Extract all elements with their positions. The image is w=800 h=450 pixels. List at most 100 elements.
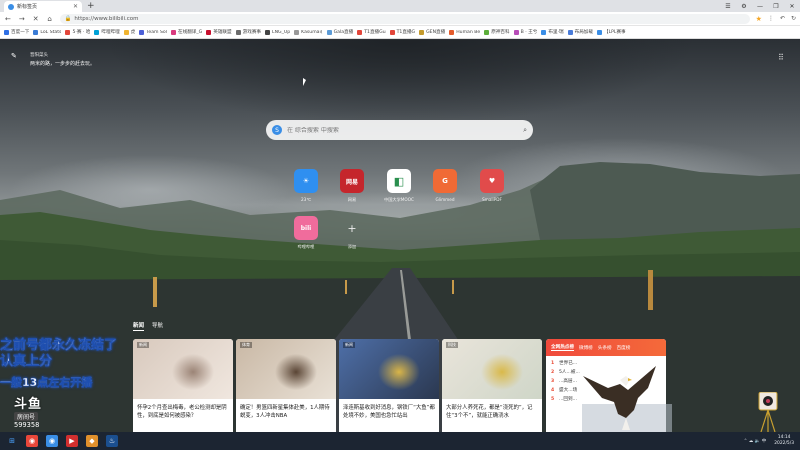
taskbar-app-icon[interactable]: ♨: [106, 435, 118, 447]
hot-text: 世界已...: [559, 361, 578, 366]
tray-icons[interactable]: ⌃ ☁ 🔈 中: [744, 438, 767, 444]
bookmark-favicon-icon: [449, 29, 455, 35]
news-card[interactable]: 体育 确定！男篮四新星集体赴美，1人期待蜕变，3人冲击NBA: [236, 339, 336, 432]
shortcut-tile-icon: G: [433, 169, 457, 193]
start-button[interactable]: ⊞: [6, 435, 18, 447]
webcam-mascot-icon: [758, 392, 778, 432]
news-card[interactable]: 新闻 怀孕2个月查出梅毒，老公检测却是阴性，到底是如何被感染？: [133, 339, 233, 432]
news-card[interactable]: 科技大部分人养死花，都是“浇死的”，记住“3个不”，就能正确浇水: [442, 339, 542, 432]
bookmark-label: 原神百科: [491, 30, 510, 35]
bookmark-label: 布局加载: [574, 30, 593, 35]
apps-grid-icon[interactable]: ⠿: [778, 54, 785, 62]
bookmark-label: T1直播Gu: [364, 30, 386, 35]
bookmark-label: Human Be: [456, 29, 481, 35]
shortcut-label: 网易: [347, 197, 357, 202]
undo-icon[interactable]: ↶: [780, 15, 785, 22]
bookmark-favicon-icon: [513, 29, 519, 35]
bookmark-item[interactable]: B · 王兮: [513, 29, 537, 35]
tab-hot-toutiao[interactable]: 头条榜: [598, 345, 612, 351]
bookmark-favicon-icon: [94, 29, 100, 35]
bookmark-item[interactable]: 原神百科: [484, 29, 510, 35]
bookmark-star-icon[interactable]: ★: [756, 15, 762, 23]
mouse-cursor-icon: [303, 78, 306, 86]
bookmark-item[interactable]: Gala直播: [326, 29, 353, 35]
search-input[interactable]: [287, 126, 519, 134]
taskbar-app-icon[interactable]: ◉: [46, 435, 58, 447]
bookmark-favicon-icon: [206, 29, 212, 35]
bookmark-item[interactable]: 游戏赛事: [235, 29, 261, 35]
bookmark-item[interactable]: 布局加载: [567, 29, 593, 35]
bookmark-favicon-icon: [139, 29, 145, 35]
room-number: 599358: [14, 421, 40, 429]
maximize-button[interactable]: ❐: [768, 0, 784, 12]
bookmark-item[interactable]: 5·赛 · 哈: [65, 29, 90, 35]
tab-news[interactable]: 新闻: [133, 321, 145, 331]
clock[interactable]: 14:14 2022/5/3: [774, 435, 794, 447]
shortcut-label: Glimmed: [435, 197, 455, 202]
bookmark-item[interactable]: LoL Stats: [33, 29, 61, 35]
forward-icon[interactable]: →: [18, 15, 26, 23]
bookmark-label: Kasumai(: [301, 29, 323, 35]
shortcut-item[interactable]: G Glimmed: [425, 169, 465, 202]
bookmark-favicon-icon: [419, 29, 425, 35]
home-icon[interactable]: ⌂: [46, 15, 54, 23]
bookmark-item[interactable]: 哔哩哔哩: [94, 29, 120, 35]
bookmark-item[interactable]: Team Sol: [139, 29, 167, 35]
bookmark-favicon-icon: [357, 29, 363, 35]
shortcut-label: 哔哩哔哩: [297, 244, 315, 249]
shortcut-item[interactable]: ☀ 23℃: [286, 169, 326, 202]
news-card[interactable]: 新闻 泽连斯基收到好消息，钢铁厂“大鱼”都处境不妙，美国也急忙站出: [339, 339, 439, 432]
tab-hot-weibo[interactable]: 微博榜: [579, 345, 593, 351]
shortcut-item[interactable]: bili 哔哩哔哩: [286, 216, 326, 250]
hot-rank: 4: [551, 388, 555, 393]
tab-hot-baidu[interactable]: 百度榜: [617, 345, 631, 351]
history-icon[interactable]: ↻: [791, 15, 796, 22]
taskbar-app-icon[interactable]: ◆: [86, 435, 98, 447]
menu-icon[interactable]: ☰: [720, 0, 736, 12]
bookmark-item[interactable]: 英雄联盟: [206, 29, 232, 35]
url-input[interactable]: [74, 15, 275, 22]
bookmark-item[interactable]: Kasumai(: [294, 29, 323, 35]
bookmark-label: 虎: [130, 30, 136, 35]
close-window-button[interactable]: ✕: [784, 0, 800, 12]
bookmark-item[interactable]: 布里·瑞: [541, 29, 564, 35]
bookmark-item[interactable]: 虎: [123, 29, 136, 35]
bookmark-item[interactable]: Human Be: [449, 29, 481, 35]
shortcut-label: SmallPDF: [482, 197, 502, 202]
bookmark-item[interactable]: LNG_Up: [265, 29, 290, 35]
tab-hot-all[interactable]: 全网热点榜: [551, 344, 574, 351]
tab-new-tab-page[interactable]: 新标签页 ✕: [4, 1, 82, 12]
bookmark-label: 哔哩哔哩: [101, 30, 120, 35]
search-box[interactable]: S ⌕: [266, 120, 533, 140]
bookmark-item[interactable]: GEN直播: [419, 29, 445, 35]
minimize-button[interactable]: —: [752, 0, 768, 12]
taskbar-app-icon[interactable]: ◉: [26, 435, 38, 447]
bookmark-label: 在线翻译_G: [178, 30, 203, 35]
search-icon[interactable]: ⌕: [523, 126, 527, 135]
shortcut-item[interactable]: ♥ SmallPDF: [472, 169, 512, 202]
shortcut-item[interactable]: 网易 网易: [332, 169, 372, 203]
news-tag: 科技: [446, 342, 458, 348]
bookmark-item[interactable]: T1直播Gu: [357, 29, 386, 35]
bookmark-item[interactable]: 【LPL赛事: [596, 29, 626, 35]
extensions-icon[interactable]: ⋮: [768, 15, 774, 22]
weather-icon[interactable]: ✎: [11, 52, 17, 60]
bookmark-item[interactable]: 在线翻译_G: [171, 29, 202, 35]
taskbar-app-icon[interactable]: ▶: [66, 435, 78, 447]
close-tab-icon[interactable]: ✕: [73, 3, 78, 10]
tab-navigation[interactable]: 导航: [152, 321, 163, 331]
bookmark-item[interactable]: T1直播G: [389, 29, 415, 35]
new-tab-button[interactable]: +: [87, 1, 95, 12]
clock-date: 2022/5/3: [774, 441, 794, 446]
shortcut-item[interactable]: ◧ 中国大学MOOC: [379, 169, 419, 203]
back-icon[interactable]: ←: [4, 15, 12, 23]
bookmark-favicon-icon: [65, 29, 71, 35]
bookmark-label: 【LPL赛事: [603, 30, 626, 35]
shortcut-item[interactable]: + 添加: [332, 216, 372, 250]
address-bar[interactable]: 🔒: [59, 13, 750, 24]
reload-icon[interactable]: ✕: [32, 15, 40, 23]
search-engine-icon[interactable]: S: [272, 125, 282, 135]
settings-icon[interactable]: ⚙: [736, 0, 752, 12]
news-title: 大部分人养死花，都是“浇死的”，记住“3个不”，就能正确浇水: [446, 405, 533, 419]
bookmark-item[interactable]: 百度一下: [4, 29, 29, 35]
